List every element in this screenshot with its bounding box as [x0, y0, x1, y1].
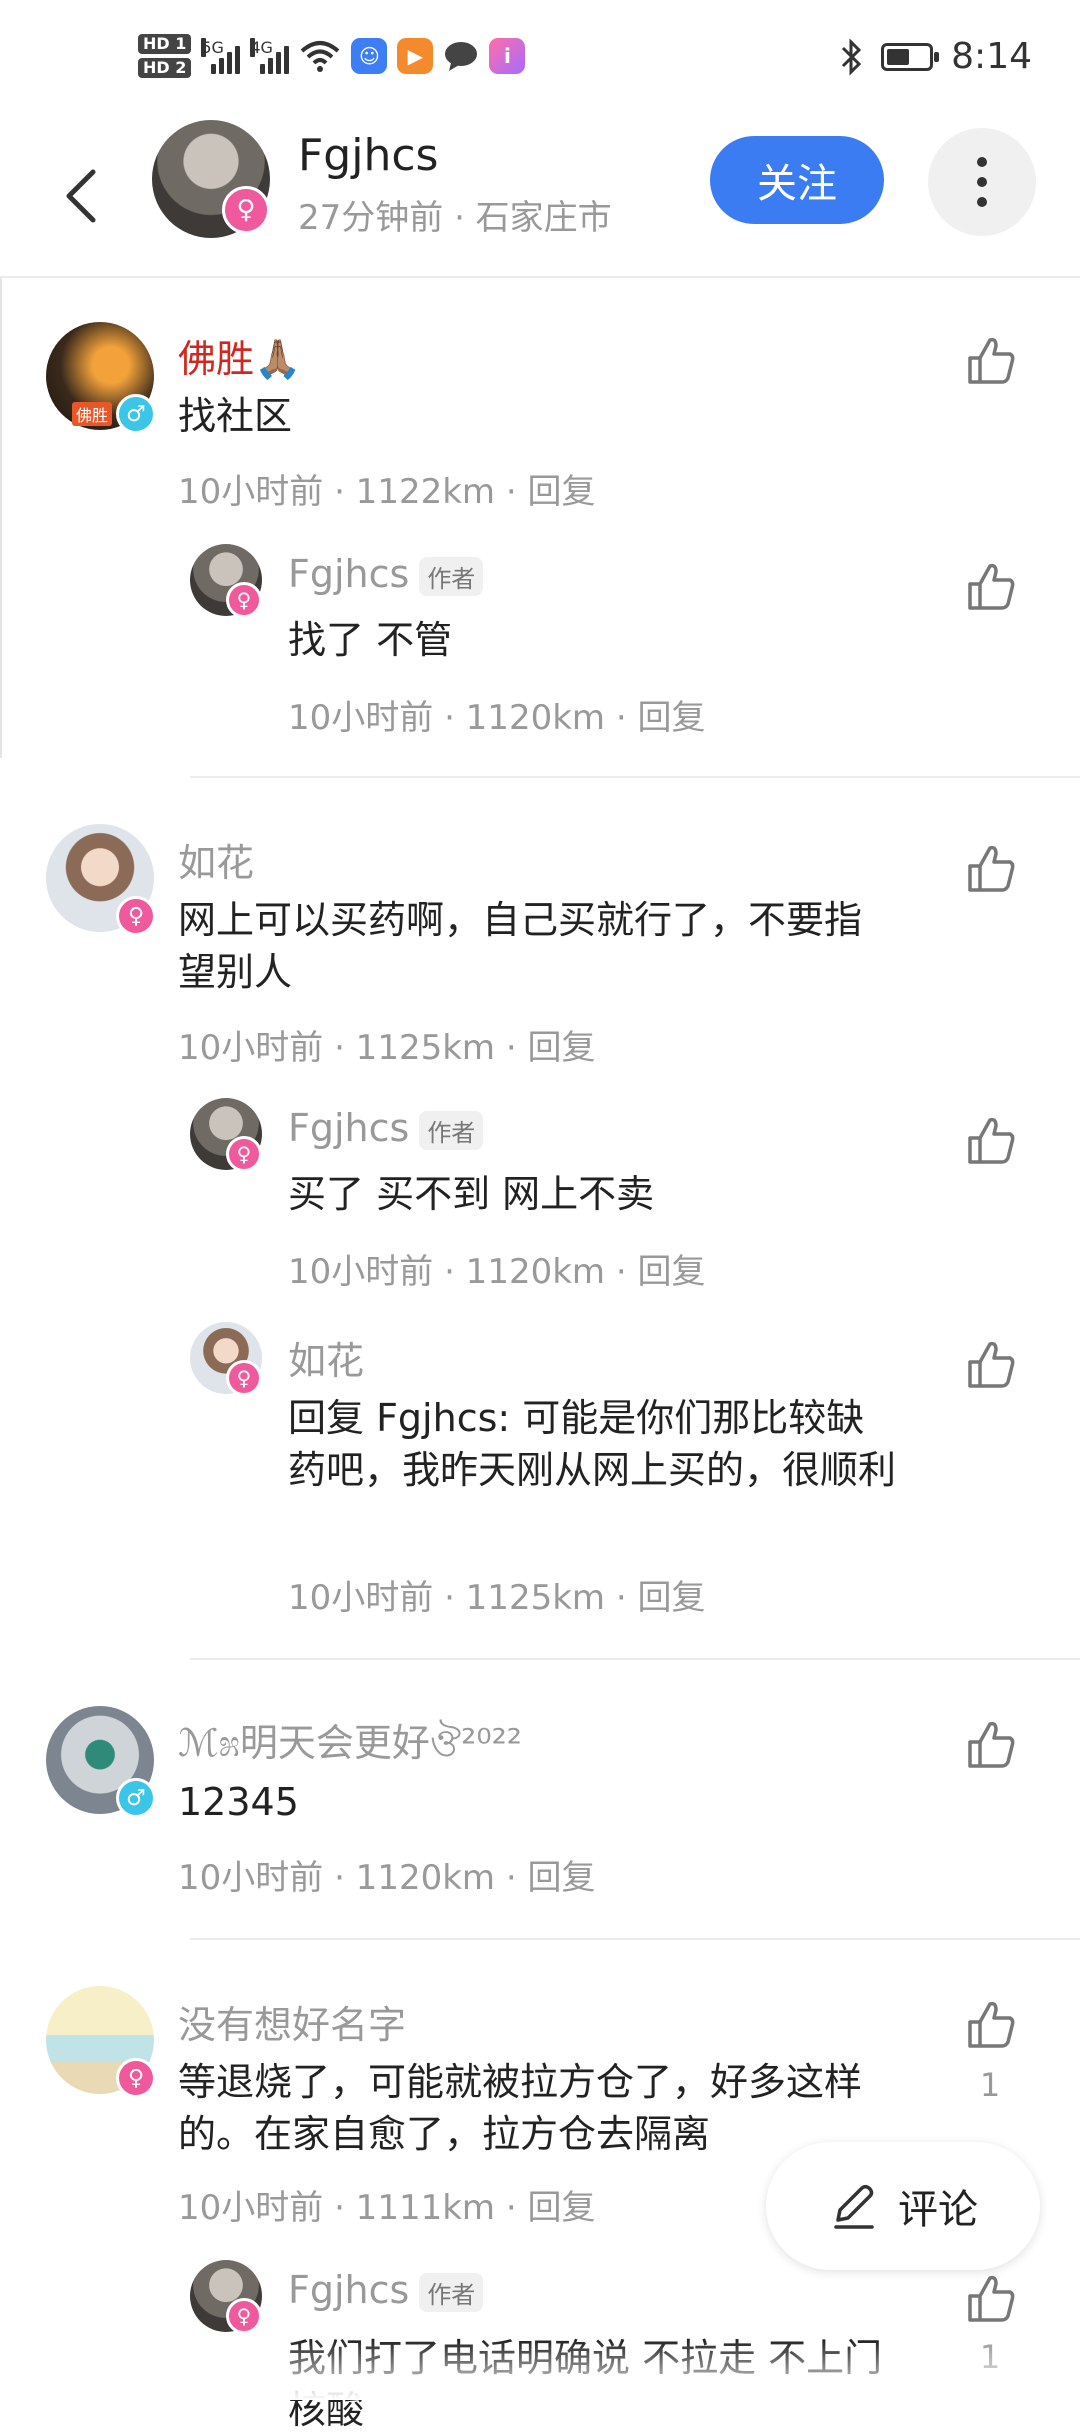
commenter-name[interactable]: 如花 — [288, 1330, 364, 1385]
comment-meta[interactable]: 10小时前 · 1111km · 回复 — [178, 2180, 595, 2229]
thumbs-up-icon[interactable] — [962, 558, 1018, 614]
commenter-name[interactable]: Fgjhcs 作者 — [288, 552, 484, 596]
thumbs-up-icon[interactable] — [962, 1336, 1018, 1392]
comment-text: 等退烧了，可能就被拉方仓了，好多这样的。在家自愈了，拉方仓去隔离 — [178, 2060, 863, 2156]
female-badge-icon: ♀ — [226, 1360, 262, 1396]
thumbs-up-icon[interactable] — [962, 840, 1018, 896]
thumbs-up-icon[interactable] — [962, 332, 1018, 388]
thumbs-up-icon[interactable] — [962, 1716, 1018, 1772]
signal-icon: 4G — [250, 38, 290, 74]
thumbs-up-icon[interactable] — [962, 2270, 1018, 2326]
divider — [190, 1938, 1080, 1940]
write-comment-label: 评论 — [898, 2187, 978, 2233]
battery-icon — [881, 42, 940, 71]
commenter-name[interactable]: Fgjhcs 作者 — [288, 2268, 484, 2312]
post-meta: 27分钟前 · 石家庄市 — [298, 198, 612, 238]
commenter-name[interactable]: 佛胜🙏🏽 — [178, 328, 301, 383]
post-header: ♀ Fgjhcs 27分钟前 · 石家庄市 关注 — [0, 120, 1080, 278]
male-badge-icon: ♂ — [116, 1778, 156, 1818]
battery-level — [887, 48, 910, 65]
commenter-name[interactable]: 没有想好名字 — [178, 1994, 406, 2049]
write-comment-button[interactable]: 评论 — [766, 2142, 1040, 2270]
author-tag: 作者 — [419, 557, 484, 596]
back-button[interactable] — [50, 146, 110, 246]
comment-meta[interactable]: 10小时前 · 1122km · 回复 — [178, 464, 595, 513]
chevron-left-icon — [66, 169, 96, 223]
comment-text: 买了 买不到 网上不卖 — [288, 1172, 655, 1216]
comment-meta[interactable]: 10小时前 · 1120km · 回复 — [288, 1244, 705, 1293]
comment-meta[interactable]: 10小时前 · 1125km · 回复 — [288, 1570, 705, 1619]
author-tag: 作者 — [419, 2273, 484, 2312]
scroll-fade — [0, 2340, 1080, 2400]
app-notification-icon: ☺ — [351, 38, 388, 74]
comment-meta[interactable]: 10小时前 · 1120km · 回复 — [178, 1850, 595, 1899]
thread-line — [0, 278, 2, 758]
female-badge-icon: ♀ — [226, 2298, 262, 2334]
thumbs-up-icon[interactable] — [962, 1996, 1018, 2052]
bluetooth-icon — [842, 37, 862, 76]
commenter-name[interactable]: 如花 — [178, 832, 254, 887]
female-badge-icon: ♀ — [226, 1136, 262, 1172]
comment-meta[interactable]: 10小时前 · 1125km · 回复 — [178, 1020, 595, 1069]
divider — [190, 776, 1080, 778]
clock: 8:14 — [951, 36, 1032, 77]
app-icon: i — [489, 38, 526, 74]
comment-text: 回复 Fgjhcs: 可能是你们那比较缺药吧，我昨天刚从网上买的，很顺利 — [288, 1396, 897, 1492]
follow-button[interactable]: 关注 — [710, 136, 884, 224]
thumbs-up-icon[interactable] — [962, 1112, 1018, 1168]
hd-sim-icon: HD 1 HD 2 — [138, 34, 192, 78]
author-tag: 作者 — [419, 1111, 484, 1150]
comment-text: 12345 — [178, 1780, 299, 1824]
like-count: 1 — [979, 2066, 1001, 2104]
female-badge-icon: ♀ — [222, 186, 270, 234]
female-badge-icon: ♀ — [226, 582, 262, 618]
comment-text: 网上可以买药啊，自己买就行了，不要指望别人 — [178, 898, 863, 994]
signal-icon: 5G — [201, 38, 241, 74]
comment-text: 找社区 — [178, 394, 293, 438]
female-badge-icon: ♀ — [116, 2058, 156, 2098]
chat-bubble-icon — [445, 42, 478, 71]
comment-text: 找了 不管 — [288, 618, 453, 662]
divider — [190, 1658, 1080, 1660]
male-badge-icon: ♂ — [116, 394, 156, 434]
video-app-icon: ▶ — [397, 38, 434, 74]
comment-meta[interactable]: 10小时前 · 1120km · 回复 — [288, 690, 705, 739]
dot — [977, 157, 987, 167]
commenter-name[interactable]: ℳ೫明天会更好ঔ²⁰²² — [178, 1712, 522, 1778]
more-options-button[interactable] — [928, 128, 1036, 236]
author-name[interactable]: Fgjhcs — [298, 130, 438, 181]
status-bar: HD 1 HD 2 5G 4G ☺ ▶ i 8:14 — [0, 0, 1080, 120]
female-badge-icon: ♀ — [116, 896, 156, 936]
pencil-icon — [834, 2184, 874, 2229]
commenter-name[interactable]: Fgjhcs 作者 — [288, 1106, 484, 1150]
dot — [977, 197, 987, 207]
wifi-icon — [301, 41, 340, 72]
dot — [977, 177, 987, 187]
